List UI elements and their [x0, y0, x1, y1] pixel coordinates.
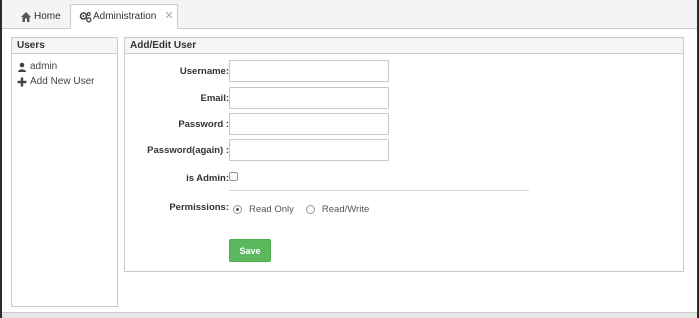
tab-administration[interactable]: Administration ✕ [70, 4, 178, 29]
username-label: Username: [179, 66, 229, 77]
user-item-admin[interactable]: admin [17, 59, 117, 74]
email-row: Email: [125, 87, 685, 111]
read-only-radio[interactable] [233, 204, 242, 214]
users-panel-title: Users [12, 38, 117, 54]
tab-bar: Home Administration ✕ [2, 0, 697, 29]
close-icon[interactable]: ✕ [164, 11, 173, 22]
username-input[interactable] [229, 60, 389, 82]
is-admin-label: is Admin: [186, 173, 229, 184]
is-admin-checkbox[interactable] [229, 172, 238, 181]
divider [229, 190, 529, 191]
password-row: Password : [125, 113, 685, 137]
password-again-row: Password(again) : [125, 139, 685, 163]
add-edit-user-title: Add/Edit User [125, 38, 683, 54]
user-icon [17, 62, 27, 72]
permissions-label: Permissions: [169, 202, 229, 213]
home-icon [20, 11, 32, 23]
plus-icon [17, 77, 27, 87]
read-only-label: Read Only [249, 203, 294, 215]
email-input[interactable] [229, 87, 389, 109]
bottom-bar [2, 312, 697, 318]
add-new-user-link[interactable]: Add New User [17, 74, 117, 89]
username-row: Username: [125, 60, 685, 84]
password-input[interactable] [229, 113, 389, 135]
users-panel: Users admin Add New User [11, 37, 118, 307]
user-item-label: admin [30, 61, 58, 72]
save-button[interactable]: Save [229, 239, 271, 262]
gears-icon [79, 11, 92, 23]
password-label: Password : [178, 119, 229, 130]
email-label: Email: [200, 93, 229, 104]
read-only-option[interactable]: Read Only [233, 204, 294, 215]
password-again-input[interactable] [229, 139, 389, 161]
read-write-option[interactable]: Read/Write [305, 203, 370, 215]
tab-home[interactable]: Home [12, 4, 68, 29]
read-write-radio[interactable] [305, 204, 315, 214]
add-edit-user-panel: Add/Edit User Username: Email: Password … [124, 37, 684, 272]
read-write-label: Read/Write [321, 203, 370, 215]
permissions-row: Permissions: Read Only Read/Write [125, 200, 685, 224]
main-content: Users admin Add New User Add/Edit User U… [2, 29, 697, 312]
user-list: admin Add New User [12, 54, 117, 89]
tab-home-label: Home [34, 11, 61, 22]
tab-administration-label: Administration [93, 11, 157, 22]
add-new-user-label: Add New User [30, 76, 95, 87]
permissions-radio-group: Read Only Read/Write [233, 201, 381, 217]
password-again-label: Password(again) : [147, 145, 229, 156]
